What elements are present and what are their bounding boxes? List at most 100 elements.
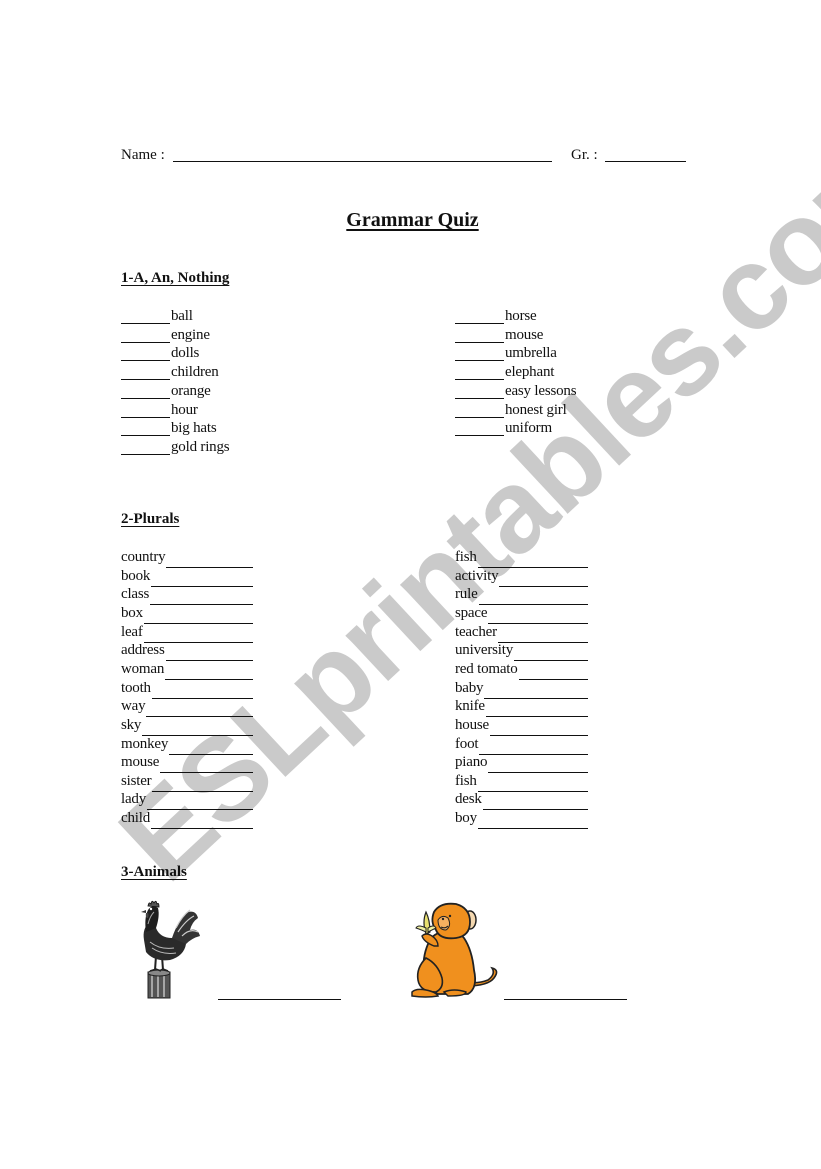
- item-word: umbrella: [505, 345, 557, 362]
- item-word: elephant: [505, 364, 555, 381]
- item-word: teacher: [455, 623, 497, 640]
- grade-field[interactable]: [605, 161, 686, 162]
- item-word: box: [121, 604, 143, 621]
- section1-heading: 1-A, An, Nothing: [121, 270, 230, 286]
- item-word: space: [455, 604, 488, 621]
- answer-blank[interactable]: [455, 384, 504, 399]
- section2-heading: 2-Plurals: [121, 511, 180, 527]
- answer-blank[interactable]: [121, 365, 170, 381]
- list-item: address: [121, 640, 253, 662]
- item-word: sister: [121, 772, 152, 789]
- list-item: mouse: [121, 752, 253, 774]
- answer-blank[interactable]: [121, 421, 170, 437]
- item-word: honest girl: [505, 401, 567, 418]
- list-item: lady: [121, 789, 253, 811]
- name-field[interactable]: [173, 161, 552, 162]
- item-word: mouse: [505, 326, 544, 343]
- item-word: activity: [455, 567, 499, 584]
- item-word: children: [171, 364, 219, 381]
- list-item: dolls: [121, 343, 200, 362]
- list-item: piano: [455, 752, 588, 774]
- answer-blank[interactable]: [455, 365, 504, 381]
- list-item: knife: [455, 696, 588, 718]
- worksheet: Name : Gr. : Grammar Quiz 1-A, An, Nothi…: [0, 0, 821, 1169]
- item-word: monkey: [121, 735, 169, 752]
- list-item: house: [455, 715, 588, 736]
- list-item: gold rings: [121, 437, 230, 455]
- item-word: desk: [455, 791, 482, 808]
- item-word: easy lessons: [505, 382, 577, 399]
- list-item: horse: [455, 306, 537, 324]
- item-word: gold rings: [171, 438, 230, 455]
- item-word: red tomato: [455, 660, 518, 677]
- list-item: ball: [121, 306, 193, 324]
- answer-blank[interactable]: [477, 814, 588, 830]
- item-word: horse: [505, 308, 537, 324]
- item-word: child: [121, 810, 150, 827]
- list-item: child: [121, 808, 253, 830]
- item-word: uniform: [505, 420, 552, 437]
- item-word: sky: [121, 716, 142, 733]
- item-word: orange: [171, 382, 211, 399]
- item-word: ball: [171, 308, 193, 324]
- answer-blank[interactable]: [455, 421, 504, 437]
- list-item: baby: [455, 678, 588, 699]
- list-item: country: [121, 547, 253, 568]
- item-word: rule: [455, 586, 478, 603]
- list-item: sky: [121, 715, 253, 736]
- item-word: country: [121, 549, 166, 565]
- item-word: big hats: [171, 420, 217, 437]
- list-item: rule: [455, 584, 588, 606]
- answer-blank[interactable]: [121, 309, 170, 324]
- answer-blank[interactable]: [121, 328, 170, 343]
- item-word: way: [121, 698, 146, 715]
- list-item: foot: [455, 734, 588, 755]
- rooster-answer-field[interactable]: [218, 999, 341, 1000]
- answer-blank[interactable]: [121, 403, 170, 418]
- list-item: tooth: [121, 678, 253, 699]
- item-word: dolls: [171, 345, 200, 362]
- answer-blank[interactable]: [455, 346, 504, 362]
- item-word: class: [121, 586, 150, 603]
- grade-label: Gr. :: [571, 147, 598, 163]
- item-word: boy: [455, 810, 477, 827]
- list-item: red tomato: [455, 659, 588, 680]
- item-word: university: [455, 642, 513, 659]
- list-item: leaf: [121, 622, 253, 643]
- name-label: Name :: [121, 147, 165, 163]
- list-item: uniform: [455, 418, 552, 437]
- list-item: boy: [455, 808, 588, 830]
- list-item: space: [455, 603, 588, 624]
- item-word: foot: [455, 735, 479, 752]
- list-item: desk: [455, 789, 588, 811]
- list-item: teacher: [455, 622, 588, 643]
- answer-blank[interactable]: [455, 328, 504, 343]
- list-item: monkey: [121, 734, 253, 755]
- answer-blank[interactable]: [121, 346, 170, 362]
- monkey-icon: [408, 898, 502, 1000]
- list-item: children: [121, 362, 219, 381]
- list-item: activity: [455, 566, 588, 587]
- page-title: Grammar Quiz: [346, 209, 479, 231]
- item-word: baby: [455, 679, 484, 696]
- item-word: mouse: [121, 754, 160, 771]
- item-word: house: [455, 716, 489, 733]
- list-item: mouse: [455, 325, 543, 343]
- list-item: way: [121, 696, 253, 718]
- answer-blank[interactable]: [121, 440, 170, 455]
- list-item: elephant: [455, 362, 555, 381]
- monkey-answer-field[interactable]: [504, 999, 627, 1000]
- answer-blank[interactable]: [455, 403, 504, 418]
- item-word: leaf: [121, 623, 143, 640]
- list-item: orange: [121, 381, 211, 399]
- item-word: hour: [171, 401, 198, 418]
- item-word: knife: [455, 698, 485, 715]
- answer-blank[interactable]: [121, 384, 170, 399]
- answer-blank[interactable]: [151, 814, 253, 830]
- item-word: fish: [455, 772, 477, 789]
- rooster-icon: [136, 898, 202, 1000]
- list-item: umbrella: [455, 343, 557, 362]
- item-word: tooth: [121, 679, 151, 696]
- list-item: university: [455, 640, 588, 662]
- answer-blank[interactable]: [455, 309, 504, 324]
